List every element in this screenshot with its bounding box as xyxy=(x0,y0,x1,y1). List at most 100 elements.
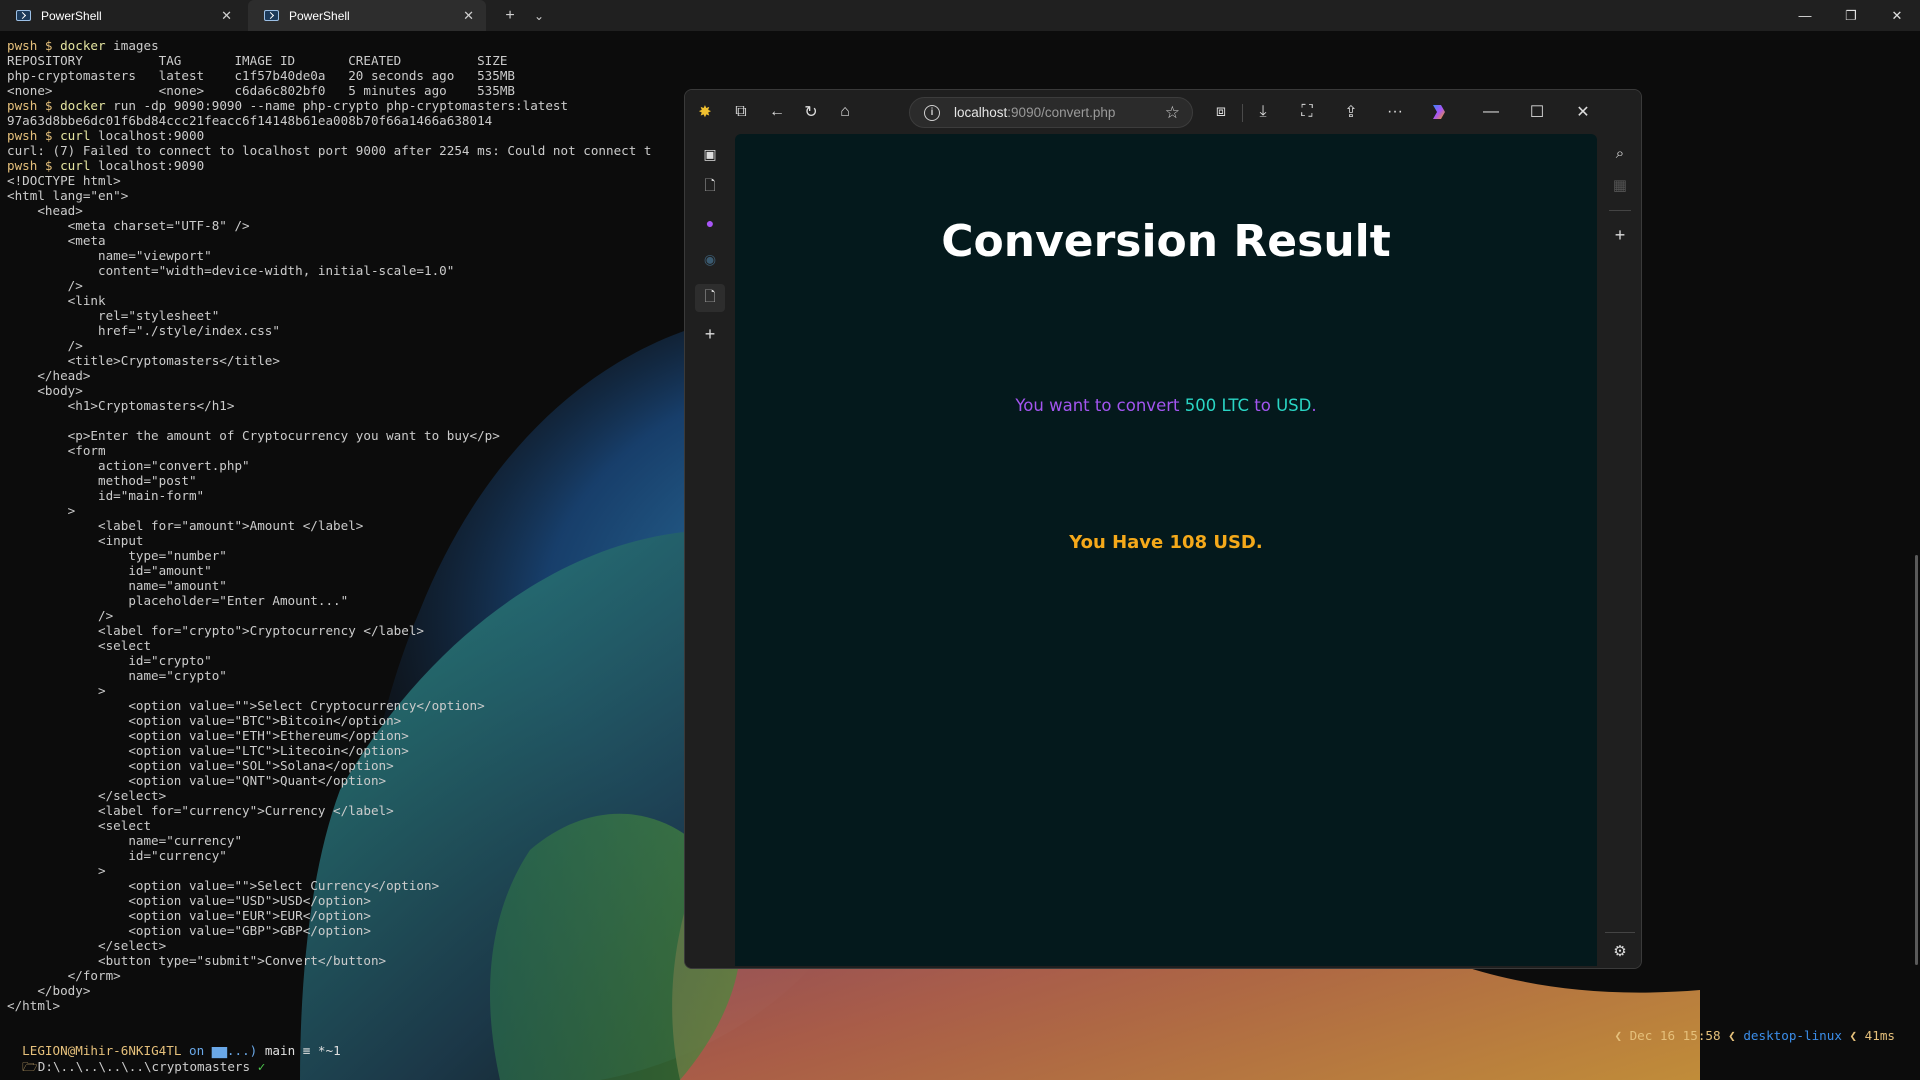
prompt-label: pwsh $ xyxy=(7,128,53,143)
back-icon[interactable]: ← xyxy=(765,101,789,123)
output-line: <input xyxy=(7,533,144,548)
screenshot-icon[interactable]: ⛶ xyxy=(1295,101,1319,123)
output-line: rel="stylesheet" xyxy=(7,308,220,323)
favorite-star-icon[interactable]: ☆ xyxy=(1165,103,1180,123)
search-icon[interactable]: ⌕ xyxy=(1609,142,1631,164)
powershell-icon xyxy=(16,10,31,21)
output-line: action="convert.php" xyxy=(7,458,250,473)
browser-minimize-button[interactable]: — xyxy=(1479,101,1503,123)
output-line: <option value="BTC">Bitcoin</option> xyxy=(7,713,402,728)
terminal-scrollbar[interactable] xyxy=(1915,555,1918,965)
output-line: curl: (7) Failed to connect to localhost… xyxy=(7,143,652,158)
minimize-icon: — xyxy=(1798,8,1812,23)
output-line: </body> xyxy=(7,983,91,998)
copilot-icon[interactable] xyxy=(1427,101,1451,123)
output-line: <option value="ETH">Ethereum</option> xyxy=(7,728,409,743)
page-viewport: Conversion Result You want to convert 50… xyxy=(735,134,1597,966)
output-line: /> xyxy=(7,608,114,623)
output-line: <option value="">Select Cryptocurrency</… xyxy=(7,698,485,713)
download-icon[interactable]: ⤓ xyxy=(1251,101,1275,123)
command-name: docker xyxy=(60,38,106,53)
command-duration: ❮ 41ms xyxy=(1841,1028,1896,1043)
sidebar-divider xyxy=(1605,932,1635,933)
terminal-tab-1[interactable]: PowerShell ✕ xyxy=(0,0,244,31)
home-icon[interactable]: ⌂ xyxy=(833,101,857,123)
minimize-button[interactable]: — xyxy=(1782,0,1828,31)
tab-favicon-icon[interactable]: ◉ xyxy=(700,249,720,269)
tab-dropdown-button[interactable]: ⌄ xyxy=(528,0,550,31)
collections-icon[interactable]: ⧉ xyxy=(729,101,753,123)
conversion-request-text: You want to convert 500 LTC to USD. xyxy=(735,396,1597,415)
target-currency: USD xyxy=(1276,396,1312,415)
output-line: <option value="QNT">Quant</option> xyxy=(7,773,387,788)
more-icon[interactable]: ··· xyxy=(1383,101,1407,123)
terminal-tabbar: PowerShell ✕ PowerShell ✕ + ⌄ — ❐ ✕ xyxy=(0,0,1920,31)
prompt-path: D:\..\..\..\..\cryptomasters xyxy=(37,1059,251,1074)
command-name: curl xyxy=(60,158,91,173)
output-line: content="width=device-width, initial-sca… xyxy=(7,263,455,278)
output-line: <button type="submit">Convert</button> xyxy=(7,953,387,968)
terminal-output[interactable]: pwsh $ docker images REPOSITORY TAG IMAGE… xyxy=(7,38,687,1013)
refresh-icon[interactable]: ↻ xyxy=(799,101,823,123)
output-line: type="number" xyxy=(7,548,227,563)
edge-browser-window: ✸ ⧉ ← ↻ ⌂ i localhost:9090/convert.php ☆… xyxy=(684,89,1642,969)
maximize-button[interactable]: ❐ xyxy=(1828,0,1874,31)
output-line: REPOSITORY TAG IMAGE ID CREATED SIZE xyxy=(7,53,508,68)
output-line: <option value="EUR">EUR</option> xyxy=(7,908,371,923)
output-line: id="main-form" xyxy=(7,488,205,503)
output-line: <select xyxy=(7,638,152,653)
new-tab-plus-icon[interactable]: + xyxy=(700,324,720,344)
folder-icon: 🗁 xyxy=(22,1059,38,1074)
output-line: /> xyxy=(7,278,83,293)
crypto-amount: 500 LTC xyxy=(1184,396,1250,415)
convert-suffix: . xyxy=(1311,396,1317,415)
active-tab-document-icon[interactable]: 🗋 xyxy=(695,284,725,312)
url-text[interactable]: localhost:9090/convert.php xyxy=(954,105,1115,120)
close-icon: ✕ xyxy=(1891,7,1903,23)
close-icon[interactable]: ✕ xyxy=(463,8,474,24)
close-icon: ✕ xyxy=(1576,104,1590,121)
output-line: <link xyxy=(7,293,106,308)
close-button[interactable]: ✕ xyxy=(1874,0,1920,31)
output-line: name="amount" xyxy=(7,578,227,593)
minimize-icon: — xyxy=(1483,103,1499,120)
add-sidebar-app-icon[interactable]: + xyxy=(1609,224,1631,246)
vertical-tabs-sidebar: ▣ 🗋 ● ◉ 🗋 + xyxy=(685,134,735,968)
output-line: </head> xyxy=(7,368,91,383)
new-tab-button[interactable]: + xyxy=(496,0,524,31)
output-line: <option value="LTC">Litecoin</option> xyxy=(7,743,409,758)
output-line: 97a63d8bbe6dc01f6bd84ccc21feacc6f14148b6… xyxy=(7,113,493,128)
url-path: :9090/convert.php xyxy=(1007,105,1116,120)
command-line: pwsh $ curl localhost:9000 xyxy=(7,128,687,143)
output-line: name="viewport" xyxy=(7,248,212,263)
browser-maximize-button[interactable]: ☐ xyxy=(1525,101,1549,123)
document-icon[interactable]: 🗋 xyxy=(700,177,720,197)
success-check-icon: ✓ xyxy=(257,1059,266,1074)
output-line: <option value="USD">USD</option> xyxy=(7,893,371,908)
browser-close-button[interactable]: ✕ xyxy=(1571,101,1595,123)
plus-icon: + xyxy=(505,6,515,24)
output-line: method="post" xyxy=(7,473,197,488)
prompt-label: pwsh $ xyxy=(7,158,53,173)
output-line: name="currency" xyxy=(7,833,243,848)
output-line: <meta xyxy=(7,233,106,248)
tab-actions-icon[interactable]: ▣ xyxy=(700,144,720,164)
address-bar[interactable]: i localhost:9090/convert.php ☆ xyxy=(909,97,1193,128)
close-icon[interactable]: ✕ xyxy=(221,8,232,24)
info-icon[interactable]: i xyxy=(924,104,940,121)
convert-prefix: You want to convert xyxy=(1015,396,1185,415)
terminal-tab-2[interactable]: PowerShell ✕ xyxy=(248,0,486,31)
settings-icon[interactable]: ⚙ xyxy=(1609,940,1631,962)
share-icon[interactable]: ⇪ xyxy=(1339,101,1363,123)
prompt-path-line: 🗁D:\..\..\..\..\cryptomasters ✓ xyxy=(7,1043,265,1074)
edge-workspaces-icon[interactable]: ✸ xyxy=(693,101,717,123)
command-args: localhost:9000 xyxy=(90,128,205,143)
output-line: <none> <none> c6da6c802bf0 5 minutes ago… xyxy=(7,83,515,98)
output-line: name="crypto" xyxy=(7,668,227,683)
command-line: pwsh $ curl localhost:9090 xyxy=(7,158,687,173)
browser-toolbar: ✸ ⧉ ← ↻ ⌂ i localhost:9090/convert.php ☆… xyxy=(685,90,1641,134)
sidebar-app-icon[interactable]: ▦ xyxy=(1609,174,1631,196)
output-line: <option value="">Select Currency</option… xyxy=(7,878,440,893)
extensions-icon[interactable]: ⧈ xyxy=(1209,101,1233,123)
copilot-tab-icon[interactable]: ● xyxy=(700,213,720,233)
